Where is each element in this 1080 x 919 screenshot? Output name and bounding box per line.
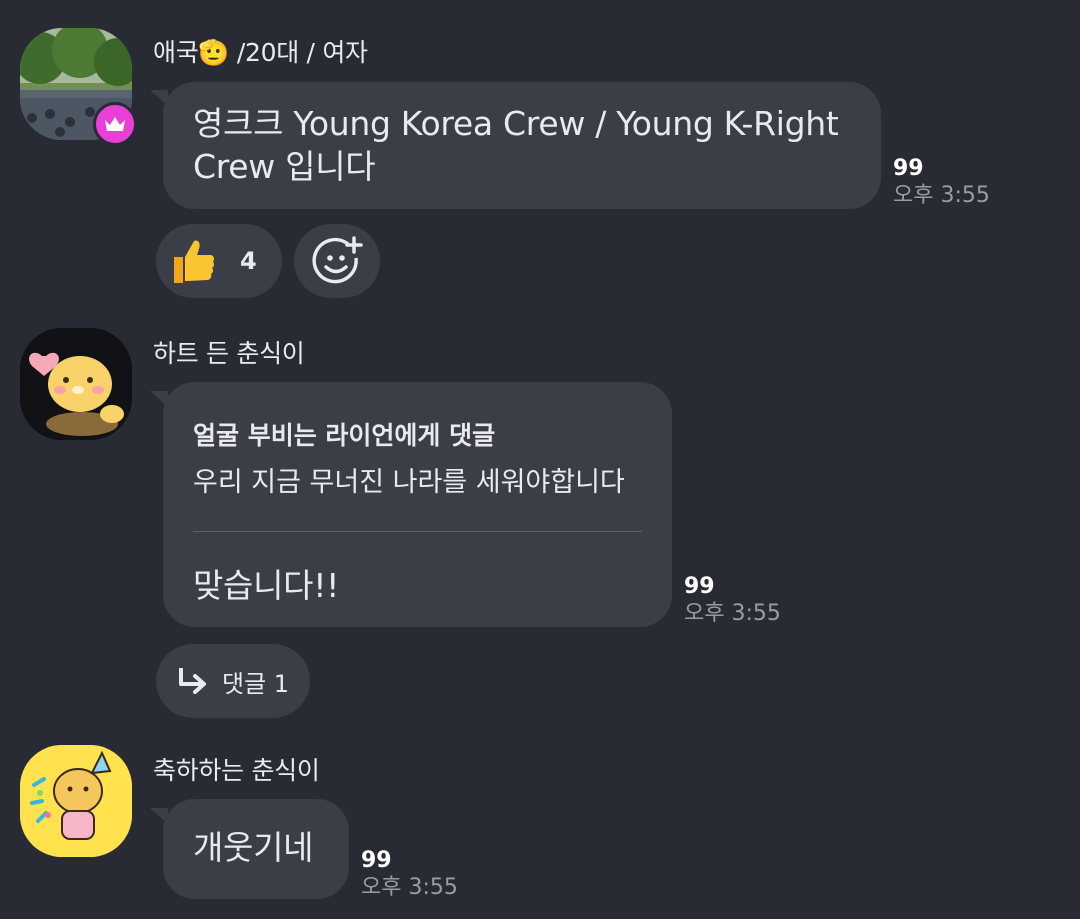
sender-name: 하트 든 춘식이 xyxy=(153,339,305,368)
add-emoji-icon xyxy=(310,234,364,288)
message-text: 영크크 Young Korea Crew / Young K-Right Cre… xyxy=(193,104,839,186)
avatar[interactable] xyxy=(20,328,132,440)
message-meta: 99 오후 3:55 xyxy=(361,848,458,902)
message-meta: 99 오후 3:55 xyxy=(893,156,990,210)
message-meta: 99 오후 3:55 xyxy=(684,574,781,628)
thumbs-up-icon xyxy=(170,237,216,285)
timestamp: 오후 3:55 xyxy=(893,183,990,208)
comments-button[interactable]: 댓글 1 xyxy=(156,644,310,718)
message-bubble[interactable]: 영크크 Young Korea Crew / Young K-Right Cre… xyxy=(163,82,881,209)
sender-name: 축하하는 춘식이 xyxy=(153,756,320,785)
reaction-count: 4 xyxy=(240,247,257,275)
timestamp: 오후 3:55 xyxy=(361,875,458,900)
add-reaction-button[interactable] xyxy=(294,224,380,298)
unread-count: 99 xyxy=(684,574,715,599)
timestamp: 오후 3:55 xyxy=(684,601,781,626)
message-bubble[interactable]: 얼굴 부비는 라이언에게 댓글 우리 지금 무너진 나라를 세워야합니다 맞습니… xyxy=(163,382,672,627)
comments-label: 댓글 1 xyxy=(222,669,290,698)
sender-name: 애국🫡 /20대 / 여자 xyxy=(153,38,368,67)
quoted-text: 우리 지금 무너진 나라를 세워야합니다 xyxy=(193,467,625,498)
crown-badge-icon xyxy=(93,102,137,146)
chunsik-heart-sticker xyxy=(20,328,132,440)
message-bubble[interactable]: 개웃기네 xyxy=(163,799,349,899)
message-text: 맞습니다!! xyxy=(193,566,340,605)
divider xyxy=(193,531,642,532)
reaction-thumbs-up[interactable]: 4 xyxy=(156,224,282,298)
unread-count: 99 xyxy=(893,156,924,181)
avatar[interactable] xyxy=(20,745,132,857)
unread-count: 99 xyxy=(361,848,392,873)
reply-arrow-icon xyxy=(176,665,210,697)
message-text: 개웃기네 xyxy=(193,828,314,867)
reply-target: 얼굴 부비는 라이언에게 댓글 xyxy=(193,421,496,450)
chunsik-celebrate-sticker xyxy=(20,745,132,857)
